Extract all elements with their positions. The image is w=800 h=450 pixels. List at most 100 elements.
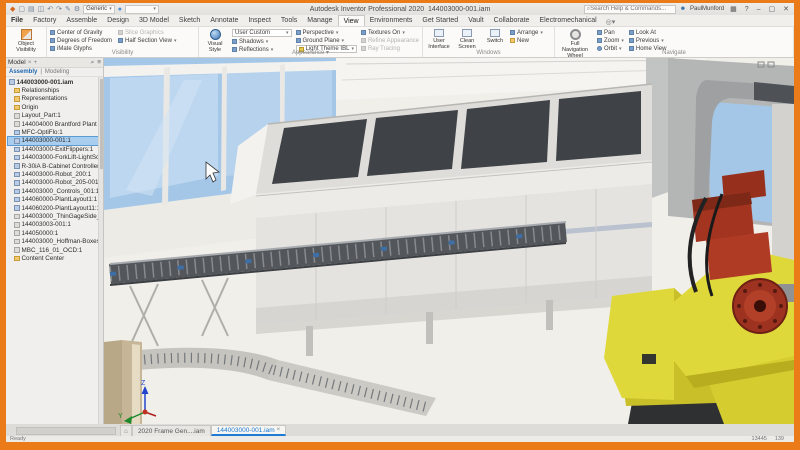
save-icon[interactable]: ◫ (38, 6, 45, 13)
tab-view[interactable]: View (338, 15, 365, 26)
tab-collaborate[interactable]: Collaborate (489, 15, 535, 26)
new-file-icon[interactable]: ▢ (18, 6, 25, 13)
pan-button[interactable]: Pan (597, 29, 624, 36)
tree-item[interactable]: 144003000-ExitFlippers:1 (8, 145, 103, 153)
assembly-icon (14, 172, 20, 178)
tab-get-started[interactable]: Get Started (417, 15, 463, 26)
appearance-dropdown[interactable]: ▾ (125, 5, 159, 14)
tree-item[interactable]: 144003000_ThinGageSide_SubAssy-LAYO (8, 212, 103, 220)
tab-factory[interactable]: Factory (28, 15, 61, 26)
slice-graphics-button[interactable]: Slice Graphics (118, 29, 176, 36)
look-at-icon (629, 30, 634, 35)
home-tab[interactable]: ⌂ (120, 425, 132, 436)
tab-vault[interactable]: Vault (463, 15, 488, 26)
degrees-of-freedom-button[interactable]: Degrees of Freedom (50, 37, 112, 44)
previous-view-button[interactable]: Previous▾ (629, 37, 667, 44)
tree-item[interactable]: Content Center (8, 254, 103, 262)
search-input[interactable] (590, 6, 673, 12)
tree-item[interactable]: 144003000-Robot_205-001:1 (8, 179, 103, 187)
tree-item[interactable]: MBC_116_01_OCD:1 (8, 246, 103, 254)
material-dropdown[interactable]: Generic▾ (83, 5, 115, 14)
tree-item[interactable]: Relationships (8, 86, 103, 94)
inventor-logo[interactable]: ◆ (10, 6, 15, 13)
object-visibility-button[interactable]: Object Visibility (9, 28, 43, 53)
tab-design[interactable]: Design (102, 15, 134, 26)
tree-item[interactable]: 144003000_Hoffman-Boxes_001:1 (8, 237, 103, 245)
tab-3d-model[interactable]: 3D Model (134, 15, 174, 26)
undo-icon[interactable]: ↶ (47, 6, 53, 13)
browser-search-icon[interactable]: ⌕ (91, 59, 95, 67)
perspective-button[interactable]: Perspective▾ (296, 29, 357, 36)
close-button[interactable]: ✕ (781, 5, 791, 13)
tree-item[interactable]: R-30iA B-Cabinet Controller v23:1 (8, 162, 103, 170)
chevron-down-icon: ▾ (286, 30, 289, 36)
browser-add-icon[interactable]: + (34, 59, 38, 66)
tree-item[interactable]: Origin (8, 103, 103, 111)
tab-electromechanical[interactable]: Electromechanical (534, 15, 601, 26)
viewport-3d-scene[interactable]: Z Y (6, 58, 794, 424)
scrollbar-thumb[interactable] (100, 79, 103, 169)
center-of-gravity-button[interactable]: Center of Gravity (50, 29, 112, 36)
clean-screen-button[interactable]: Clean Screen (454, 28, 480, 50)
zoom-button[interactable]: Zoom▾ (597, 37, 624, 44)
tab-annotate[interactable]: Annotate (205, 15, 243, 26)
visual-style-combo[interactable]: User Custom▾ (232, 29, 291, 37)
degrees-of-freedom-icon (50, 38, 55, 43)
tree-item[interactable]: Representations (8, 95, 103, 103)
browser-close-icon[interactable]: × (28, 59, 32, 66)
browser-tab-assembly[interactable]: Assembly (9, 69, 37, 75)
tree-item[interactable]: 144003000-001.iam (8, 78, 103, 86)
tree-item[interactable]: 144003000-Robot_200:1 (8, 170, 103, 178)
tree-item-label: 144004000 Brantford Plant Brep:1 (22, 121, 104, 128)
switch-button[interactable]: Switch (482, 28, 508, 50)
browser-scrollbar[interactable] (98, 77, 103, 424)
tree-item[interactable]: 144050000:1 (8, 229, 103, 237)
shadows-button[interactable]: Shadows▾ (232, 38, 291, 45)
sketch-icon[interactable]: ✎ (65, 6, 71, 13)
ground-plane-button[interactable]: Ground Plane▾ (296, 37, 357, 44)
signed-in-username[interactable]: PaulMunford (690, 6, 724, 12)
redo-icon[interactable]: ↷ (56, 6, 62, 13)
tree-item[interactable]: MFC-OptiFlo:1 (8, 128, 103, 136)
tree-item[interactable]: 144004000 Brantford Plant Brep:1 (8, 120, 103, 128)
arrange-button[interactable]: Arrange▾ (510, 29, 543, 36)
tab-file[interactable]: File (6, 15, 28, 26)
tree-item-selected[interactable]: 144003000-001:1 (8, 137, 103, 145)
user-interface-button[interactable]: User Interface (426, 28, 452, 50)
help-icon[interactable]: ? (743, 6, 751, 13)
new-window-button[interactable]: New (510, 37, 543, 44)
cart-icon[interactable]: ▦ (728, 5, 739, 13)
tree-item[interactable]: 144003000_Controls_001:1 (8, 187, 103, 195)
refine-appearance-button[interactable]: Refine Appearance (361, 37, 419, 44)
half-section-view-button[interactable]: Half Section View▾ (118, 37, 176, 44)
document-tab-frame-gen[interactable]: 2020 Frame Gen....iam (132, 425, 211, 436)
minimize-button[interactable]: – (755, 6, 763, 13)
tree-item[interactable]: 144060200-PlantLayout11:1 (8, 204, 103, 212)
tree-item[interactable]: Layout_Part:1 (8, 112, 103, 120)
open-icon[interactable]: ▤ (28, 6, 35, 13)
ribbon-options-dropdown[interactable]: ◎▾ (602, 18, 620, 26)
browser-tab-modeling[interactable]: Modeling (45, 69, 69, 75)
settings-icon[interactable]: ⚙ (74, 6, 80, 13)
hood-window (461, 100, 550, 169)
tab-assemble[interactable]: Assemble (61, 15, 102, 26)
tab-manage[interactable]: Manage (302, 15, 337, 26)
textures-on-button[interactable]: Textures On▾ (361, 29, 419, 36)
group-label-appearance[interactable]: Appearance ▾ (199, 49, 422, 57)
ground-plane-icon (296, 38, 301, 43)
tree-item[interactable]: 144003003-001:1 (8, 221, 103, 229)
tree-item[interactable]: 144003000-ForkLift-LightScreen_001:1 (8, 154, 103, 162)
close-icon[interactable]: × (277, 427, 281, 433)
tree-item[interactable]: 144060000-PlantLayout1:1 (8, 195, 103, 203)
tab-environments[interactable]: Environments (365, 15, 418, 26)
tab-inspect[interactable]: Inspect (243, 15, 276, 26)
ribbon-group-windows: User Interface Clean Screen Switch Arran… (423, 27, 555, 57)
tab-tools[interactable]: Tools (276, 15, 302, 26)
browser-title: Model (8, 59, 26, 66)
help-search-box[interactable]: ⌕ (584, 5, 676, 14)
look-at-button[interactable]: Look At (629, 29, 667, 36)
tab-sketch[interactable]: Sketch (174, 15, 205, 26)
browser-menu-icon[interactable]: ≡ (97, 59, 101, 67)
restore-button[interactable]: ▢ (767, 5, 778, 13)
document-tab-active[interactable]: 144003000-001.iam× (211, 425, 286, 436)
